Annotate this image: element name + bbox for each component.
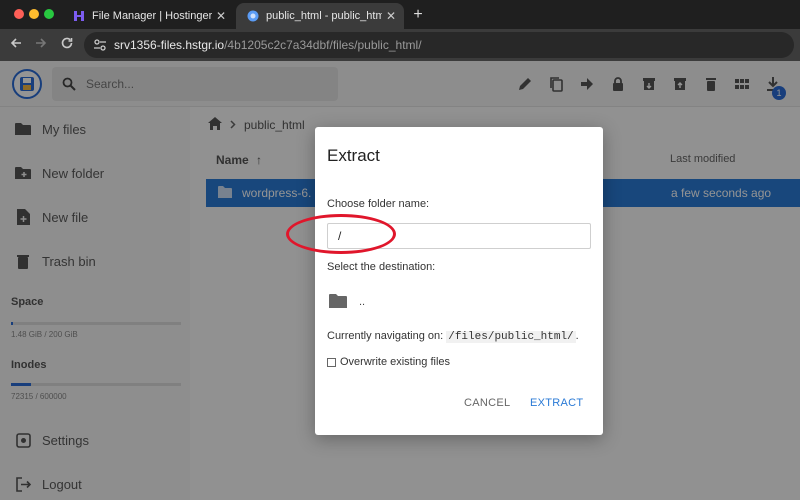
minimize-window-button[interactable] [29, 9, 39, 19]
cancel-button[interactable]: CANCEL [464, 397, 510, 409]
new-tab-button[interactable]: + [408, 5, 428, 25]
url-input[interactable]: srv1356-files.hstgr.io/4b1205c2c7a34dbf/… [84, 32, 794, 58]
globe-icon [246, 9, 260, 23]
tab-close-icon[interactable]: ✕ [382, 9, 400, 23]
parent-folder-item[interactable]: .. [329, 293, 365, 311]
tab-label: public_html - public_html - p [266, 10, 382, 22]
url-text: srv1356-files.hstgr.io/4b1205c2c7a34dbf/… [114, 38, 422, 52]
url-path: /4b1205c2c7a34dbf/files/public_html/ [224, 38, 422, 52]
browser-tab-bar: File Manager | Hostinger ✕ public_html -… [0, 0, 800, 29]
current-location-text: Currently navigating on: /files/public_h… [327, 330, 579, 343]
extract-dialog: Extract Choose folder name: Select the d… [315, 127, 603, 435]
close-window-button[interactable] [14, 9, 24, 19]
site-settings-icon[interactable] [92, 37, 108, 53]
folder-icon [329, 293, 347, 311]
parent-folder-label: .. [359, 296, 366, 308]
overwrite-option[interactable]: Overwrite existing files [327, 356, 450, 368]
overwrite-label: Overwrite existing files [340, 356, 451, 368]
zoom-window-button[interactable] [44, 9, 54, 19]
folder-name-label: Choose folder name: [327, 198, 430, 210]
navigating-prefix: Currently navigating on: [327, 330, 447, 342]
navigating-path: /files/public_html/ [446, 331, 576, 343]
forward-arrow-icon[interactable] [32, 36, 50, 54]
address-bar-row: srv1356-files.hstgr.io/4b1205c2c7a34dbf/… [0, 29, 800, 61]
tab-label: File Manager | Hostinger [92, 10, 212, 22]
back-arrow-icon[interactable] [7, 36, 25, 54]
hostinger-logo-icon [72, 9, 86, 23]
tab-file-manager[interactable]: File Manager | Hostinger ✕ [62, 3, 234, 29]
navigating-suffix: . [575, 330, 579, 342]
dialog-title: Extract [327, 146, 380, 165]
tab-close-icon[interactable]: ✕ [212, 9, 230, 23]
overwrite-checkbox[interactable] [327, 357, 336, 367]
url-host: srv1356-files.hstgr.io [114, 38, 225, 52]
extract-button[interactable]: EXTRACT [530, 397, 583, 409]
highlight-ring-annotation [286, 214, 396, 254]
destination-label: Select the destination: [327, 261, 436, 273]
tab-public-html[interactable]: public_html - public_html - p ✕ [236, 3, 404, 29]
reload-icon[interactable] [58, 36, 76, 54]
